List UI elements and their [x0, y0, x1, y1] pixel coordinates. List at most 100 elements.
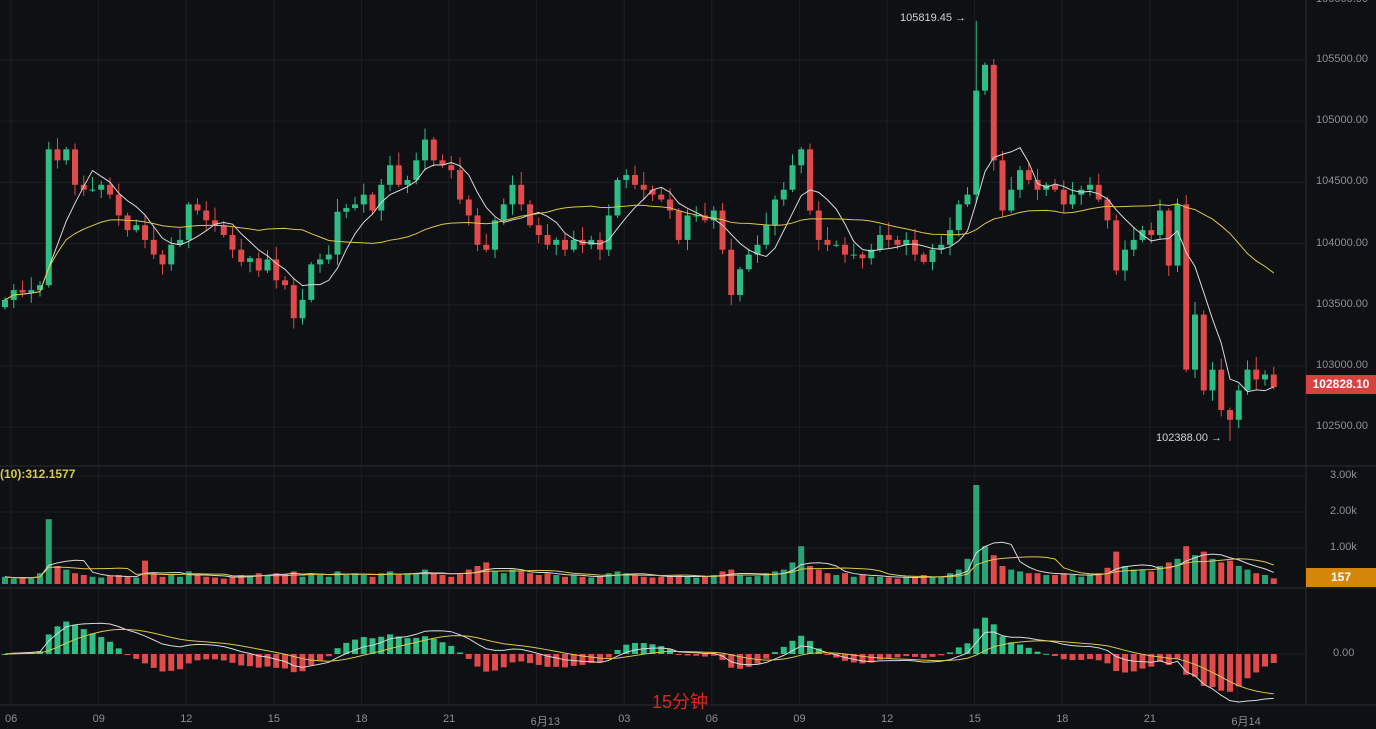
candle-down [115, 194, 122, 216]
volume-bar [842, 573, 848, 584]
candle-down [807, 149, 813, 211]
macd-histogram-bar [553, 654, 560, 667]
volume-bar [1113, 551, 1120, 584]
interval-label[interactable]: 15分钟 [652, 688, 708, 714]
macd-histogram-bar [1017, 644, 1023, 654]
volume-bar [168, 575, 175, 584]
candle-down [1025, 170, 1032, 180]
macd-histogram-bar [439, 642, 446, 654]
volume-bar [1148, 571, 1155, 584]
volume-bar [360, 575, 367, 584]
candle-down [457, 170, 463, 200]
macd-histogram-bar [903, 654, 910, 657]
volume-bar [483, 562, 490, 584]
candle-up [982, 64, 988, 91]
macd-histogram-bar [509, 654, 516, 663]
volume-bar [89, 576, 96, 584]
volume-bar [553, 575, 560, 584]
candle-up [955, 204, 962, 231]
volume-bar [133, 577, 140, 584]
volume-bar [439, 575, 446, 584]
macd-histogram-bar [168, 654, 175, 671]
volume-bar [702, 576, 708, 584]
candle-down [990, 64, 997, 161]
candle-up [63, 149, 70, 161]
volume-bar [667, 576, 673, 584]
candle-down [658, 194, 665, 200]
macd-histogram-bar [763, 654, 770, 659]
candle-down [54, 149, 61, 161]
candle-up [2, 299, 8, 308]
macd-histogram-bar [527, 654, 533, 664]
macd-histogram-bar [247, 654, 253, 667]
candle-down [728, 249, 735, 295]
macd-histogram-bar [1043, 653, 1050, 655]
volume-bar [1227, 560, 1233, 584]
macd-histogram-bar [1200, 654, 1207, 686]
macd-histogram-bar [194, 654, 201, 661]
candle-up [509, 184, 516, 205]
macd-histogram-bar [98, 637, 105, 654]
candle-up [89, 189, 96, 191]
macd-tick-label: 0.00 [1333, 647, 1355, 659]
macd-histogram-bar [220, 654, 227, 661]
macd-histogram-bar [133, 654, 140, 659]
candle-up [929, 249, 936, 262]
volume-bar [19, 577, 26, 584]
candle-down [142, 225, 148, 240]
macd-dea-line [4, 628, 1274, 695]
ma-slow-line [4, 203, 1275, 301]
candle-up [588, 239, 595, 245]
candle-down [465, 199, 472, 216]
macd-histogram-bar [229, 654, 236, 663]
volume-bar [255, 573, 262, 584]
volume-bar [1122, 566, 1128, 584]
time-tick-label: 15 [267, 713, 281, 725]
candle-down [544, 235, 551, 245]
volume-bar [728, 569, 735, 584]
candle-down [150, 239, 157, 255]
candle-up [684, 215, 691, 240]
time-tick-label: 09 [92, 713, 105, 725]
volume-bar [527, 573, 533, 584]
candle-up [264, 259, 271, 271]
macd-histogram-bar [1034, 651, 1041, 654]
volume-bar [903, 576, 910, 584]
volume-bar [1192, 555, 1198, 584]
volume-bar [387, 571, 393, 584]
candle-down [229, 235, 236, 250]
volume-bar [457, 573, 463, 584]
volume-bar [509, 569, 516, 584]
time-tick-label: 03 [618, 713, 631, 725]
candle-up [308, 264, 315, 300]
volume-bar [745, 576, 752, 584]
volume-bar [395, 575, 402, 584]
volume-bar [404, 573, 411, 584]
macd-histogram-bar [562, 654, 568, 668]
volume-bar [325, 576, 332, 584]
volume-bar [1235, 566, 1242, 584]
candle-up [98, 184, 105, 190]
candle-up [833, 244, 840, 246]
candle-up [422, 139, 428, 161]
macd-histogram-bar [352, 639, 358, 654]
candlestick-chart[interactable] [0, 0, 1376, 721]
candle-up [1235, 390, 1242, 420]
volume-bar [719, 571, 726, 584]
macd-histogram-bar [238, 654, 245, 666]
macd-histogram-bar [693, 654, 700, 656]
ma-fast-line [4, 147, 1274, 393]
time-tick-label: 06 [5, 713, 18, 725]
volume-bar [850, 576, 857, 584]
volume-bar [1043, 575, 1050, 584]
time-tick-label: 18 [355, 713, 368, 725]
macd-histogram-bar [264, 654, 271, 667]
macd-histogram-bar [159, 654, 166, 672]
volume-bar [1200, 551, 1207, 584]
candle-down [1052, 184, 1058, 190]
candle-down [1270, 374, 1277, 388]
candle-down [912, 239, 918, 255]
volume-bar [535, 575, 542, 584]
candle-down [1148, 230, 1155, 236]
volume-bar [28, 578, 35, 584]
